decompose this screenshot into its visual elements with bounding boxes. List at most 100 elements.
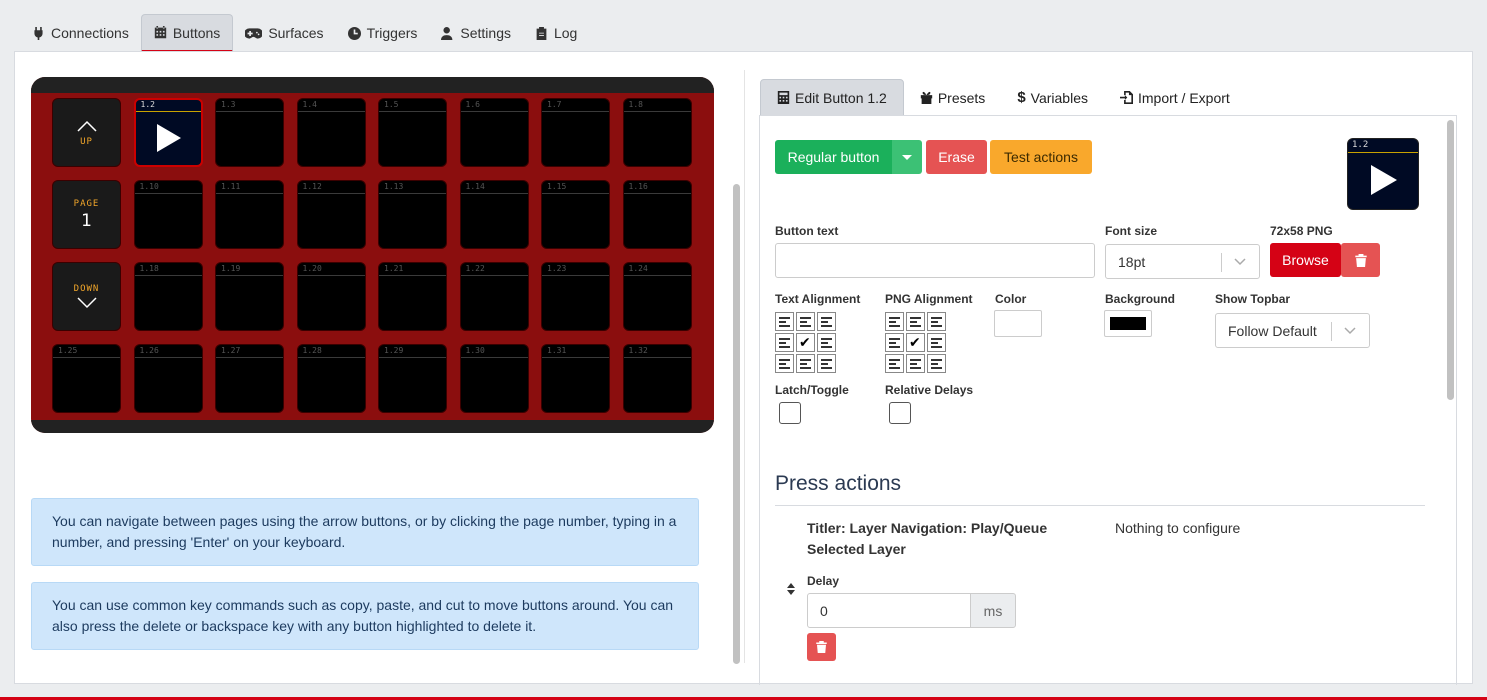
grid-button[interactable]: 1.2: [133, 98, 203, 167]
grid-button[interactable]: 1.15: [541, 180, 610, 249]
grid-button[interactable]: 1.8: [622, 98, 692, 167]
grid-button[interactable]: 1.3: [215, 98, 284, 167]
alignment-option[interactable]: [927, 312, 946, 331]
png-alignment-grid: ✔: [885, 312, 946, 373]
page-up-button[interactable]: UP: [52, 98, 121, 167]
tab-triggers[interactable]: Triggers: [336, 14, 430, 52]
tab-settings[interactable]: Settings: [429, 14, 523, 52]
tab-import-export[interactable]: Import / Export: [1104, 79, 1246, 116]
button-number: 1.13: [384, 182, 404, 191]
background-picker[interactable]: [1104, 310, 1152, 337]
relative-delays-checkbox[interactable]: [889, 402, 911, 424]
caret-down-icon: [902, 154, 912, 160]
color-picker[interactable]: [994, 310, 1042, 337]
alignment-option[interactable]: [885, 354, 904, 373]
delay-label: Delay: [807, 574, 840, 588]
align-left-icon: [931, 359, 942, 371]
tab-presets[interactable]: Presets: [904, 79, 1001, 116]
delete-png-button[interactable]: [1341, 243, 1380, 277]
alignment-option[interactable]: [906, 312, 925, 331]
browse-button[interactable]: Browse: [1270, 243, 1341, 277]
alignment-option[interactable]: ✔: [796, 333, 815, 352]
button-number: 1.20: [302, 264, 322, 273]
alignment-option[interactable]: ✔: [906, 333, 925, 352]
page-label: PAGE: [73, 198, 100, 209]
alignment-option[interactable]: [796, 354, 815, 373]
right-scrollbar[interactable]: [1447, 120, 1454, 400]
grid-button[interactable]: 1.27: [215, 344, 284, 413]
grid-button[interactable]: 1.5: [378, 98, 447, 167]
grid-button[interactable]: 1.6: [459, 98, 529, 167]
left-scrollbar[interactable]: [733, 184, 740, 664]
show-topbar-select[interactable]: Follow Default: [1215, 313, 1370, 348]
tab-label: Surfaces: [268, 25, 324, 41]
button-text-input[interactable]: [775, 243, 1095, 278]
font-size-select[interactable]: 18pt: [1105, 244, 1260, 279]
button-topbar: [460, 275, 528, 276]
alignment-option[interactable]: [927, 354, 946, 373]
grid-button[interactable]: 1.14: [459, 180, 529, 249]
page-down-button[interactable]: DOWN: [52, 262, 121, 331]
test-actions-button[interactable]: Test actions: [990, 140, 1092, 174]
grid-button[interactable]: 1.25: [52, 344, 121, 413]
grid-button[interactable]: 1.7: [541, 98, 610, 167]
grid-button[interactable]: 1.19: [215, 262, 284, 331]
alignment-option[interactable]: [817, 333, 836, 352]
alignment-option[interactable]: [775, 312, 794, 331]
alignment-option[interactable]: [906, 354, 925, 373]
tab-edit-button[interactable]: Edit Button 1.2: [760, 79, 904, 116]
grid-button[interactable]: 1.28: [296, 344, 366, 413]
grid-button[interactable]: 1.12: [296, 180, 366, 249]
play-icon: [1371, 165, 1397, 195]
grid-button[interactable]: 1.4: [296, 98, 366, 167]
grid-button[interactable]: 1.11: [215, 180, 284, 249]
alignment-option[interactable]: [885, 312, 904, 331]
grid-button[interactable]: 1.31: [541, 344, 610, 413]
align-left-icon: [889, 338, 900, 350]
alignment-option[interactable]: [885, 333, 904, 352]
section-divider: [775, 505, 1425, 506]
button-number: 1.26: [139, 346, 159, 355]
grid-button[interactable]: 1.13: [378, 180, 447, 249]
button-type-toggle[interactable]: [892, 140, 922, 174]
grid-button[interactable]: 1.23: [541, 262, 610, 331]
tab-connections[interactable]: Connections: [20, 14, 141, 52]
chevron-down-icon: [1234, 258, 1246, 266]
tab-log[interactable]: Log: [523, 14, 589, 52]
grid-button[interactable]: 1.26: [133, 344, 203, 413]
alignment-option[interactable]: [817, 312, 836, 331]
grid-button[interactable]: 1.32: [622, 344, 692, 413]
grid-button[interactable]: 1.29: [378, 344, 447, 413]
alignment-option[interactable]: [796, 312, 815, 331]
alignment-option[interactable]: [775, 354, 794, 373]
alignment-option[interactable]: [775, 333, 794, 352]
drag-sort-icon[interactable]: [785, 582, 797, 596]
grid-button[interactable]: 1.30: [459, 344, 529, 413]
grid-button[interactable]: 1.18: [133, 262, 203, 331]
grid-button[interactable]: 1.10: [133, 180, 203, 249]
font-size-label: Font size: [1105, 224, 1158, 238]
erase-button[interactable]: Erase: [926, 140, 987, 174]
align-left-icon: [821, 338, 832, 350]
tab-surfaces[interactable]: Surfaces: [233, 14, 335, 52]
grid-button[interactable]: 1.21: [378, 262, 447, 331]
regular-button-dropdown[interactable]: Regular button: [775, 140, 892, 174]
main-tabs: Connections Buttons Surfaces Triggers Se…: [20, 14, 589, 52]
alignment-option[interactable]: [927, 333, 946, 352]
check-icon: ✔: [799, 334, 811, 350]
button-topbar: [460, 357, 528, 358]
grid-button[interactable]: 1.24: [622, 262, 692, 331]
tab-buttons[interactable]: Buttons: [140, 14, 234, 52]
grid-button[interactable]: 1.16: [622, 180, 692, 249]
delay-input[interactable]: 0: [807, 593, 971, 628]
delete-action-button[interactable]: [807, 633, 836, 661]
grid-button[interactable]: 1.20: [296, 262, 366, 331]
page-number-button[interactable]: PAGE 1: [52, 180, 121, 249]
alignment-option[interactable]: [817, 354, 836, 373]
tab-variables[interactable]: $ Variables: [1001, 79, 1104, 116]
grid-button[interactable]: 1.22: [459, 262, 529, 331]
button-number: 1.21: [384, 264, 404, 273]
png-alignment-label: PNG Alignment: [885, 292, 973, 306]
latch-toggle-checkbox[interactable]: [779, 402, 801, 424]
align-left-icon: [800, 317, 811, 329]
